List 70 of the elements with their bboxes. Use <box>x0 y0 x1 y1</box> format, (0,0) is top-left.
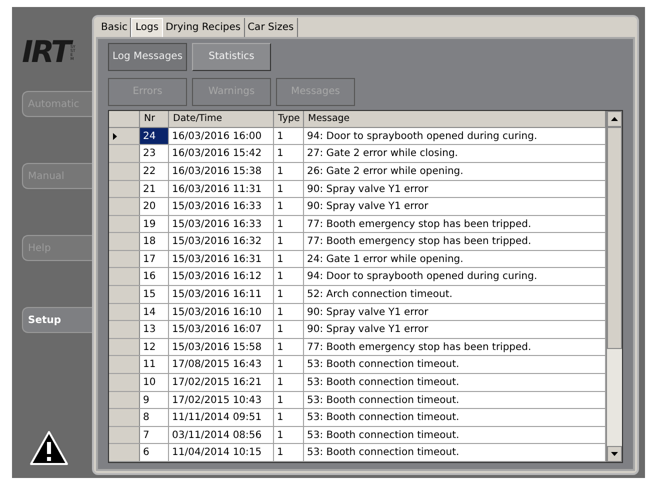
table-cell: 1 <box>274 198 304 215</box>
table-cell: 1 <box>274 356 304 374</box>
table-cell: 1 <box>274 250 304 268</box>
table-cell: 1 <box>274 338 304 356</box>
table-cell: 1 <box>274 392 304 408</box>
row-header[interactable] <box>109 128 140 144</box>
table-cell: 13 <box>140 321 169 338</box>
table-cell: 1 <box>274 180 304 198</box>
table-cell: 1 <box>274 426 304 444</box>
table-cell: 1 <box>274 162 304 180</box>
table-cell: 11 <box>140 356 169 374</box>
table-cell: 16/03/2016 11:31 <box>169 180 274 198</box>
table-cell: 10 <box>140 374 169 391</box>
nav-tab[interactable]: Setup <box>22 307 92 333</box>
column-header[interactable]: Type <box>274 110 304 127</box>
table-cell: 16/03/2016 15:42 <box>169 145 274 162</box>
table-cell: 15/03/2016 16:32 <box>169 233 274 250</box>
table-cell: 11/11/2014 09:51 <box>169 409 274 426</box>
column-header[interactable]: Nr <box>140 110 169 127</box>
table-cell: 1 <box>274 304 304 320</box>
table-cell: 15/03/2016 16:10 <box>169 304 274 320</box>
table-cell: 21 <box>140 180 169 198</box>
warning-icon <box>29 430 69 466</box>
table-cell: 24 <box>140 128 169 144</box>
table-cell: 15/03/2016 16:07 <box>169 321 274 338</box>
table-cell: 1 <box>274 444 304 461</box>
scroll-up-icon <box>611 116 618 121</box>
table-cell: 18 <box>140 233 169 250</box>
table-cell: 11/04/2014 10:15 <box>169 444 274 461</box>
table-cell: 03/11/2014 08:56 <box>169 426 274 444</box>
view-button[interactable]: Log Messages <box>108 42 187 71</box>
table-cell: 1 <box>274 128 304 144</box>
table-cell: 15/03/2016 16:12 <box>169 268 274 286</box>
table-cell: 1 <box>274 286 304 303</box>
table-cell: 6 <box>140 444 169 461</box>
table-cell: 16/03/2016 15:38 <box>169 162 274 180</box>
table-cell: 16 <box>140 268 169 286</box>
table-cell: 17/08/2015 16:43 <box>169 356 274 374</box>
table-cell: 17/02/2015 10:43 <box>169 392 274 408</box>
table-cell: 12 <box>140 338 169 356</box>
tab[interactable]: Logs <box>131 18 163 37</box>
table-cell: 19 <box>140 216 169 232</box>
table-cell: 20 <box>140 198 169 215</box>
table-cell: 1 <box>274 216 304 232</box>
table-cell: 14 <box>140 304 169 320</box>
table-cell: 8 <box>140 409 169 426</box>
table-cell: 17 <box>140 250 169 268</box>
table-cell: 15/03/2016 16:33 <box>169 216 274 232</box>
table-cell: 1 <box>274 268 304 286</box>
table-cell: 15/03/2016 16:33 <box>169 198 274 215</box>
scroll-down-icon <box>611 452 618 456</box>
table-cell: 1 <box>274 233 304 250</box>
view-button[interactable]: Statistics <box>192 42 271 71</box>
table-cell: 1 <box>274 145 304 162</box>
table-cell: 15/03/2016 16:31 <box>169 250 274 268</box>
table-cell: 15/03/2016 15:58 <box>169 338 274 356</box>
table-cell: 15 <box>140 286 169 303</box>
table-cell: 17/02/2015 16:21 <box>169 374 274 391</box>
column-header[interactable]: Date/Time <box>169 110 274 127</box>
scrollbar[interactable] <box>606 110 622 462</box>
table-cell: 1 <box>274 321 304 338</box>
table-cell: 23 <box>140 145 169 162</box>
table-cell: 22 <box>140 162 169 180</box>
table-cell: 1 <box>274 409 304 426</box>
table-cell: 15/03/2016 16:11 <box>169 286 274 303</box>
table-cell: 1 <box>274 374 304 391</box>
table-cell: 16/03/2016 16:00 <box>169 128 274 144</box>
table-cell: 9 <box>140 392 169 408</box>
row-pointer-icon <box>113 132 117 140</box>
table-cell: 7 <box>140 426 169 444</box>
